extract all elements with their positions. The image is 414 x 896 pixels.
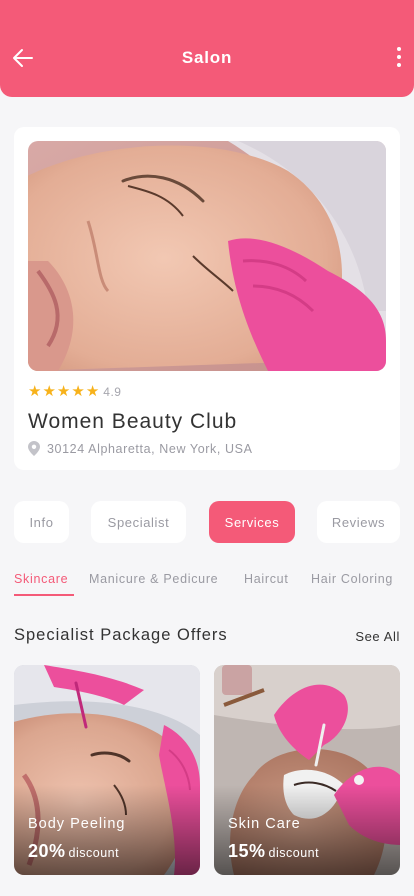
tab-services[interactable]: Services: [209, 501, 295, 543]
page-title: Salon: [181, 48, 233, 67]
star-icon: ★: [28, 383, 42, 400]
salon-name: Women Beauty Club: [28, 410, 238, 433]
offer-percent: 15%: [228, 841, 266, 861]
service-category-tabs: Skincare Manicure & Pedicure Haircut Hai…: [14, 572, 414, 598]
tab-reviews[interactable]: Reviews: [317, 501, 400, 543]
salon-card: ★ ★ ★ ★ ★ 4.9 Women Beauty Club 30124 Al…: [14, 127, 400, 470]
star-icon: ★: [71, 383, 85, 400]
tab-specialist[interactable]: Specialist: [91, 501, 186, 543]
offer-discount-label: discount: [68, 846, 120, 860]
subtab-manicure-pedicure[interactable]: Manicure & Pedicure: [89, 572, 218, 586]
active-subtab-indicator: [14, 594, 74, 596]
offer-discount: 15% discount: [228, 841, 319, 862]
offer-percent: 20%: [28, 841, 66, 861]
address-text: 30124 Alpharetta, New York, USA: [47, 441, 253, 456]
see-all-link[interactable]: See All: [355, 629, 400, 644]
offer-card-skin-care[interactable]: Skin Care 15% discount: [214, 665, 400, 875]
salon-rating: ★ ★ ★ ★ ★ 4.9: [28, 384, 121, 399]
more-options-button[interactable]: [392, 44, 406, 70]
rating-value: 4.9: [103, 384, 122, 399]
location-pin-icon: [28, 441, 40, 456]
salon-address: 30124 Alpharetta, New York, USA: [28, 441, 253, 456]
subtab-skincare[interactable]: Skincare: [14, 572, 68, 586]
star-icon: ★: [42, 383, 56, 400]
offer-card-body-peeling[interactable]: Body Peeling 20% discount: [14, 665, 200, 875]
offer-discount: 20% discount: [28, 841, 119, 862]
offer-name: Body Peeling: [28, 816, 126, 832]
subtab-haircut[interactable]: Haircut: [244, 572, 289, 586]
app-header: Salon: [0, 0, 414, 97]
subtab-hair-coloring[interactable]: Hair Coloring: [311, 572, 393, 586]
offer-discount-label: discount: [268, 846, 320, 860]
section-title: Specialist Package Offers: [14, 626, 228, 644]
salon-photo: [28, 141, 386, 371]
offer-name: Skin Care: [228, 816, 301, 832]
more-vertical-icon: [397, 47, 401, 51]
tab-info[interactable]: Info: [14, 501, 69, 543]
star-icon: ★: [85, 383, 100, 400]
star-icon: ★: [56, 383, 71, 400]
